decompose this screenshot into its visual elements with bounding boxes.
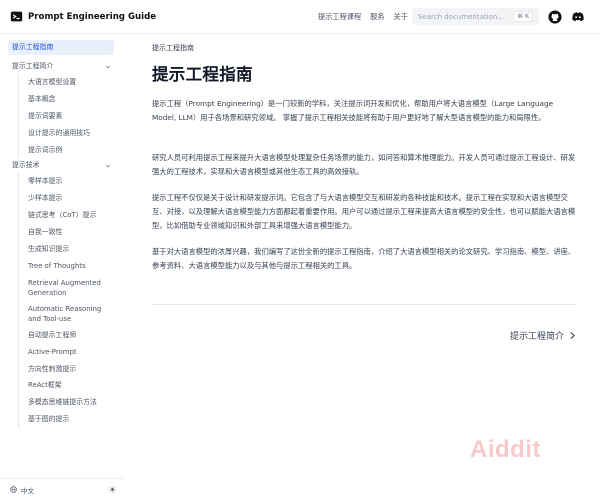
content-divider xyxy=(152,304,576,305)
github-icon[interactable] xyxy=(548,10,562,24)
sidebar-item-dsp[interactable]: 方向性刺激提示 xyxy=(24,361,114,378)
sidebar-item-examples[interactable]: 提示词示例 xyxy=(24,142,114,159)
sidebar-item-basics[interactable]: 基本概念 xyxy=(24,91,114,108)
sidebar-footer: 中文 xyxy=(0,478,124,500)
chevron-down-icon xyxy=(105,164,111,168)
paragraph-guide: 基于对大语言模型的浓厚兴趣，我们编写了这份全新的提示工程指南，介绍了大语言模型相… xyxy=(152,247,576,270)
nav-link-course[interactable]: 提示工程课程 xyxy=(318,12,361,22)
top-nav: 提示工程课程 服务 关于 xyxy=(318,0,417,34)
sidebar: 提示工程指南 提示工程简介 大语言模型设置 基本概念 提示词要素 设计提示的通用… xyxy=(0,34,124,500)
sidebar-subitems-techniques: 零样本提示 少样本提示 链式思考（CoT）提示 自我一致性 生成知识提示 Tre… xyxy=(18,173,114,429)
language-switcher[interactable]: 中文 xyxy=(21,485,34,495)
sidebar-section-introduction[interactable]: 提示工程简介 xyxy=(8,59,114,74)
sidebar-item-graph-prompt[interactable]: 基于图的提示 xyxy=(24,411,114,428)
paragraph-intro: 提示工程（Prompt Engineering）是一门较新的学科，关注提示词开发… xyxy=(152,99,554,122)
sidebar-item-consistency[interactable]: 自我一致性 xyxy=(24,224,114,241)
sidebar-item-react[interactable]: ReAct框架 xyxy=(24,377,114,394)
discord-icon[interactable] xyxy=(571,10,585,24)
globe-icon xyxy=(10,486,17,493)
sun-icon[interactable] xyxy=(109,486,116,493)
sidebar-item-tips[interactable]: 设计提示的通用技巧 xyxy=(24,125,114,142)
sidebar-item-label: 提示工程指南 xyxy=(12,43,54,51)
nav-link-services[interactable]: 服务 xyxy=(370,12,384,22)
sidebar-section-techniques[interactable]: 提示技术 xyxy=(8,158,114,173)
nav-link-about[interactable]: 关于 xyxy=(394,12,408,22)
next-page-label: 提示工程简介 xyxy=(509,332,564,342)
sidebar-item-few-shot[interactable]: 少样本提示 xyxy=(24,190,114,207)
sidebar-item-art[interactable]: Automatic Reasoning and Tool-use xyxy=(24,301,114,327)
site-logo[interactable]: Prompt Engineering Guide xyxy=(10,10,156,23)
paragraph-research: 研究人员可利用提示工程来提升大语言模型处理复杂任务场景的能力，如问答和算术推理能… xyxy=(152,153,576,176)
sidebar-item-llm-settings[interactable]: 大语言模型设置 xyxy=(24,74,114,91)
sidebar-item-tot[interactable]: Tree of Thoughts xyxy=(24,258,114,275)
sidebar-section-label: 提示工程简介 xyxy=(12,62,54,70)
search-input[interactable]: Search documentation... ⌘ K xyxy=(412,8,539,25)
chevron-right-icon xyxy=(570,332,576,339)
sidebar-item-active-prompt[interactable]: Active-Prompt xyxy=(24,344,114,361)
sidebar-item-guide-home[interactable]: 提示工程指南 xyxy=(8,40,114,55)
sidebar-subitems-introduction: 大语言模型设置 基本概念 提示词要素 设计提示的通用技巧 提示词示例 xyxy=(18,74,114,159)
chevron-down-icon xyxy=(105,65,111,68)
search-placeholder: Search documentation... xyxy=(418,12,504,21)
sidebar-item-elements[interactable]: 提示词要素 xyxy=(24,108,114,125)
sidebar-item-zero-shot[interactable]: 零样本提示 xyxy=(24,173,114,190)
top-header: Prompt Engineering Guide 提示工程课程 服务 关于 Se… xyxy=(0,0,600,34)
sidebar-section-label: 提示技术 xyxy=(12,161,40,170)
watermark-logo: Aiddit xyxy=(470,436,541,463)
sidebar-item-rag[interactable]: Retrieval Augmented Generation xyxy=(24,275,114,301)
breadcrumb[interactable]: 提示工程指南 xyxy=(152,43,194,53)
site-title: Prompt Engineering Guide xyxy=(28,11,157,22)
sidebar-item-knowledge[interactable]: 生成知识提示 xyxy=(24,241,114,258)
search-shortcut: ⌘ K xyxy=(513,11,533,22)
paragraph-skills: 提示工程不仅仅是关于设计和研发提示词。它包含了与大语言模型交互和研发的各种技能和… xyxy=(152,193,576,230)
sidebar-item-ape[interactable]: 自动提示工程师 xyxy=(24,327,114,344)
sidebar-item-multimodal-cot[interactable]: 多模态思维链提示方法 xyxy=(24,394,114,411)
sidebar-item-cot[interactable]: 链式思考（CoT）提示 xyxy=(24,207,114,224)
next-page-link[interactable]: 提示工程简介 xyxy=(510,329,576,342)
page-title: 提示工程指南 xyxy=(152,65,253,84)
logo-icon xyxy=(10,11,23,22)
